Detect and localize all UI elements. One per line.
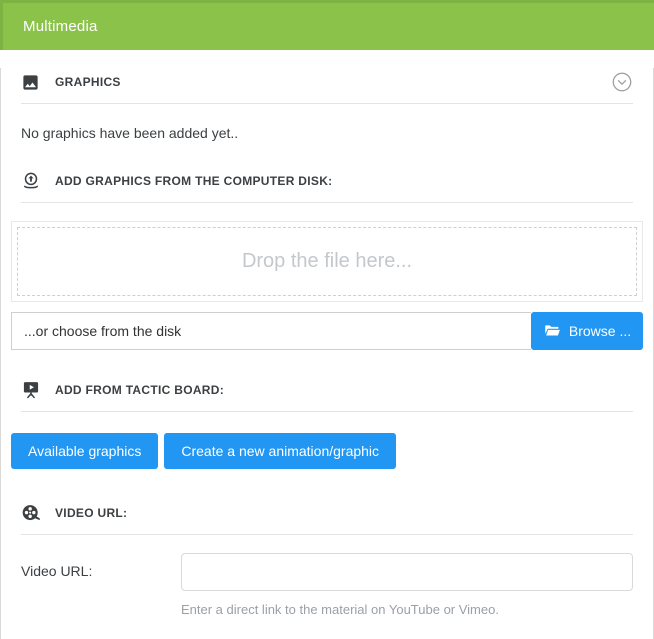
tactic-section-title: ADD FROM TACTIC BOARD:	[55, 383, 224, 397]
multimedia-panel: Multimedia GRAPHICS No graphics have bee…	[0, 0, 654, 639]
video-section-header: VIDEO URL:	[1, 499, 653, 527]
graphics-section-header: GRAPHICS	[1, 68, 653, 96]
divider	[21, 202, 633, 203]
tactic-board-icon	[21, 380, 43, 400]
tactic-section-header: ADD FROM TACTIC BOARD:	[1, 376, 653, 404]
file-dropzone[interactable]: Drop the file here...	[11, 221, 643, 302]
panel-header: Multimedia	[0, 0, 654, 50]
browse-button-label: Browse ...	[569, 323, 631, 339]
divider	[21, 103, 633, 104]
upload-icon	[21, 171, 43, 191]
file-chooser-row: Browse ...	[11, 312, 643, 350]
video-url-form: Video URL: Enter a direct link to the ma…	[21, 553, 633, 617]
divider	[21, 411, 633, 412]
upload-section-header: ADD GRAPHICS FROM THE COMPUTER DISK:	[1, 167, 653, 195]
video-section-title: VIDEO URL:	[55, 506, 127, 520]
chevron-down-circle-icon[interactable]	[611, 71, 633, 93]
video-url-input[interactable]	[181, 553, 633, 591]
tactic-buttons-row: Available graphics Create a new animatio…	[11, 433, 643, 469]
video-url-label: Video URL:	[21, 553, 181, 579]
panel-body: GRAPHICS No graphics have been added yet…	[0, 68, 654, 639]
file-path-input[interactable]	[11, 312, 531, 350]
upload-section-title: ADD GRAPHICS FROM THE COMPUTER DISK:	[55, 174, 332, 188]
graphics-section-title: GRAPHICS	[55, 75, 121, 89]
create-animation-button[interactable]: Create a new animation/graphic	[164, 433, 396, 469]
graphics-empty-message: No graphics have been added yet..	[21, 125, 633, 141]
dropzone-text: Drop the file here...	[242, 250, 412, 273]
panel-title: Multimedia	[23, 18, 98, 35]
divider	[21, 534, 633, 535]
video-input-wrap: Enter a direct link to the material on Y…	[181, 553, 633, 617]
film-reel-icon	[21, 503, 43, 523]
available-graphics-button[interactable]: Available graphics	[11, 433, 158, 469]
image-icon	[21, 73, 43, 92]
browse-button[interactable]: Browse ...	[531, 312, 643, 350]
file-dropzone-inner: Drop the file here...	[17, 227, 637, 296]
folder-open-icon	[543, 322, 561, 340]
video-url-help-text: Enter a direct link to the material on Y…	[181, 602, 633, 617]
